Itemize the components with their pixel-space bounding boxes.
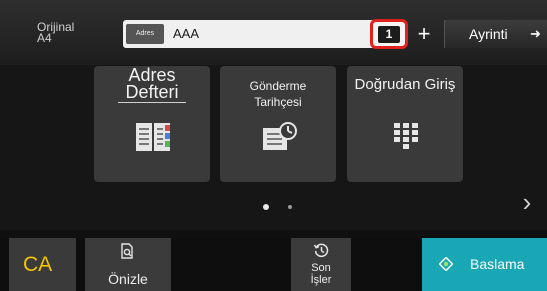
preview-button[interactable]: Önizle bbox=[85, 238, 171, 291]
page-indicator bbox=[0, 201, 547, 213]
address-book-title-line2: Defteri bbox=[118, 83, 186, 103]
recent-jobs-label: Son İşler bbox=[291, 262, 351, 286]
preview-icon bbox=[121, 243, 133, 259]
recent-jobs-label-line2: İşler bbox=[310, 274, 332, 286]
copies-count: 1 bbox=[378, 26, 400, 43]
main-area: Adres Defteri Gönderme Tarihçesi Doğruda… bbox=[0, 65, 547, 230]
start-button[interactable]: Baslama bbox=[422, 238, 547, 291]
direct-entry-title: Doğrudan Giriş bbox=[354, 76, 456, 93]
address-value: AAA bbox=[173, 26, 200, 41]
copies-count-box[interactable]: 1 bbox=[370, 19, 408, 49]
send-history-tile[interactable]: Gönderme Tarihçesi bbox=[220, 66, 336, 182]
address-badge: Adres bbox=[126, 24, 164, 44]
clear-all-label: CA bbox=[23, 253, 53, 276]
detail-button[interactable]: Ayrinti ➜ bbox=[444, 20, 547, 48]
address-field[interactable]: Adres AAA bbox=[123, 20, 391, 48]
footer-bar: CA Önizle Son İşler Baslama bbox=[0, 238, 547, 291]
arrow-right-icon: ➜ bbox=[530, 26, 541, 41]
start-label: Baslama bbox=[470, 256, 525, 272]
address-book-title: Adres Defteri bbox=[100, 66, 204, 103]
preview-label: Önizle bbox=[108, 271, 148, 287]
send-history-icon bbox=[263, 122, 297, 150]
page-dot-active[interactable] bbox=[263, 204, 269, 210]
keypad-icon bbox=[394, 123, 418, 149]
clear-all-button[interactable]: CA bbox=[9, 238, 76, 291]
send-history-title: Gönderme Tarihçesi bbox=[249, 79, 307, 109]
address-book-icon bbox=[136, 123, 170, 151]
detail-label: Ayrinti bbox=[469, 26, 508, 42]
start-diamond-icon bbox=[439, 257, 453, 271]
original-size: A4 bbox=[37, 31, 52, 45]
recent-jobs-label-line1: Son bbox=[311, 262, 331, 274]
page-dot[interactable] bbox=[288, 205, 292, 209]
screen: Orijinal A4 Adres AAA 1 + Ayrinti ➜ Adre… bbox=[0, 0, 547, 291]
add-destination-button[interactable]: + bbox=[409, 20, 439, 48]
recent-jobs-button[interactable]: Son İşler bbox=[291, 238, 351, 291]
direct-entry-tile[interactable]: Doğrudan Giriş bbox=[347, 66, 463, 182]
history-icon bbox=[313, 243, 329, 258]
header-bar: Orijinal A4 Adres AAA 1 + Ayrinti ➜ bbox=[0, 0, 547, 65]
chevron-right-icon[interactable]: › bbox=[517, 185, 537, 219]
address-book-tile[interactable]: Adres Defteri bbox=[94, 66, 210, 182]
